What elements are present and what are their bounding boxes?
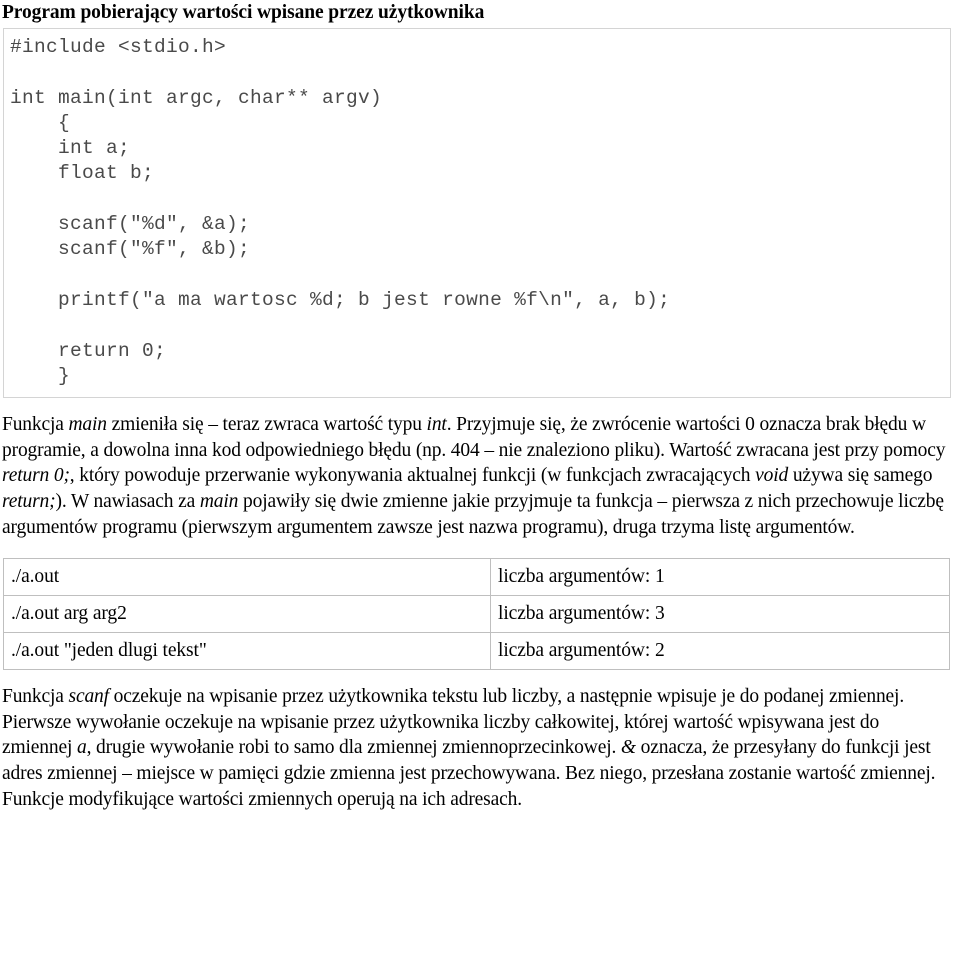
emphasis-return: return; <box>2 490 56 512</box>
table-cell-command: ./a.out <box>3 558 491 597</box>
table-cell-command: ./a.out "jeden dlugi tekst" <box>3 632 491 671</box>
text-segment: , drugie wywołanie robi to samo dla zmie… <box>86 737 621 759</box>
emphasis-void: void <box>755 465 789 487</box>
text-segment: Funkcja <box>2 686 69 708</box>
emphasis-ampersand: & <box>620 737 636 759</box>
text-segment: używa się samego <box>788 465 933 487</box>
text-segment: , który powoduje przerwanie wykonywania … <box>69 465 756 487</box>
table-cell-result: liczba argumentów: 1 <box>490 558 950 597</box>
table-row: ./a.out arg arg2 liczba argumentów: 3 <box>3 595 950 634</box>
text-segment: ). W nawiasach za <box>55 490 200 512</box>
table-cell-command: ./a.out arg arg2 <box>3 595 491 634</box>
arguments-table: ./a.out liczba argumentów: 1 ./a.out arg… <box>3 558 950 671</box>
code-block: #include <stdio.h> int main(int argc, ch… <box>3 28 951 399</box>
emphasis-int: int <box>426 414 447 436</box>
table-cell-result: liczba argumentów: 3 <box>490 595 950 634</box>
emphasis-return-zero: return 0; <box>2 465 70 487</box>
table-row: ./a.out liczba argumentów: 1 <box>3 558 950 597</box>
text-segment: Funkcja <box>2 414 69 436</box>
emphasis-main-2: main <box>199 490 239 512</box>
arguments-table-body: ./a.out liczba argumentów: 1 ./a.out arg… <box>3 558 950 671</box>
emphasis-scanf: scanf <box>68 686 110 708</box>
code-block-text: #include <stdio.h> int main(int argc, ch… <box>10 36 671 387</box>
paragraph-scanf-function: Funkcja scanf oczekuje na wpisanie przez… <box>0 684 960 812</box>
emphasis-variable-a: a <box>77 737 87 759</box>
paragraph-main-function: Funkcja main zmieniła się – teraz zwraca… <box>0 412 960 540</box>
table-row: ./a.out "jeden dlugi tekst" liczba argum… <box>3 632 950 671</box>
document-page: Program pobierający wartości wpisane prz… <box>0 1 960 965</box>
page-title: Program pobierający wartości wpisane prz… <box>2 2 485 23</box>
emphasis-main: main <box>68 414 108 436</box>
text-segment: zmieniła się – teraz zwraca wartość typu <box>106 414 427 436</box>
table-cell-result: liczba argumentów: 2 <box>490 632 950 671</box>
